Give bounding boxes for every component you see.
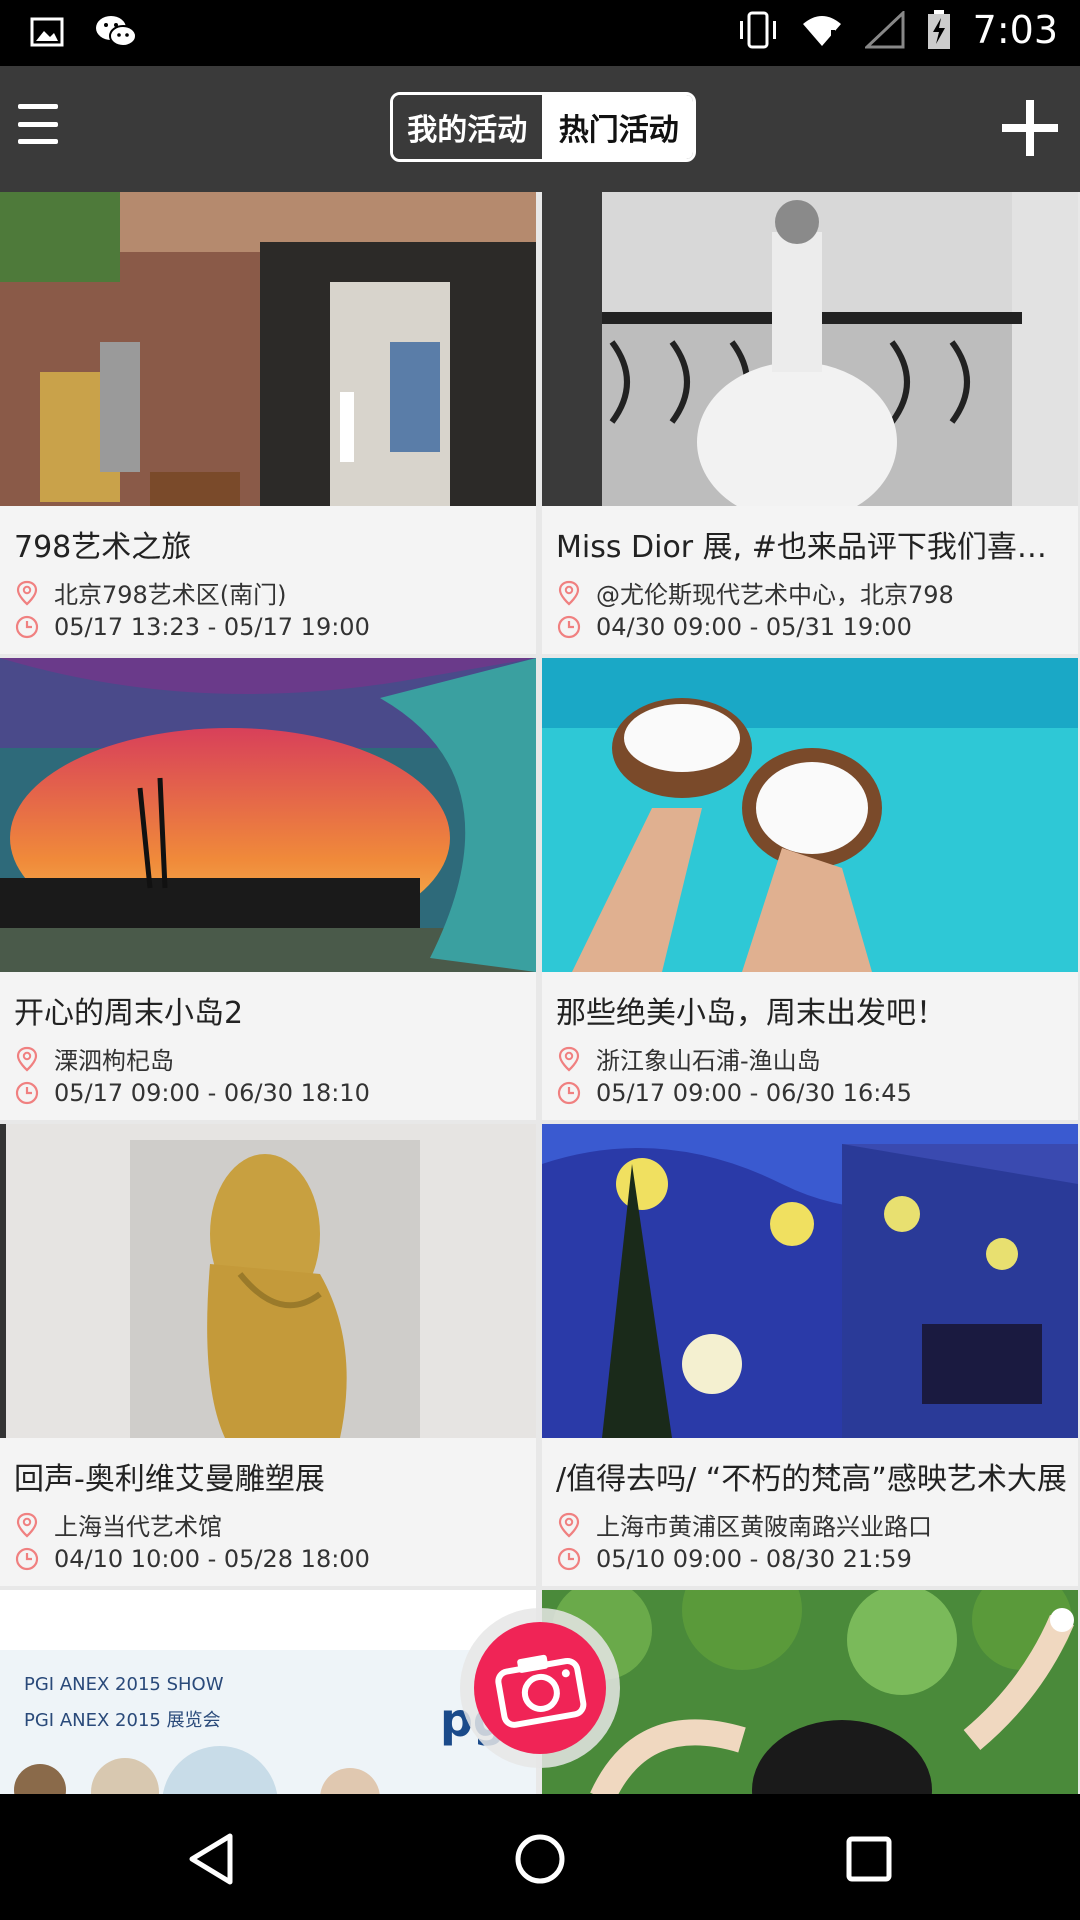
event-location-text: 溧泗枸杞岛 — [54, 1047, 174, 1075]
tab-my-activities[interactable]: 我的活动 — [393, 95, 545, 159]
event-time-text: 04/10 10:00 - 05/28 18:00 — [54, 1545, 370, 1573]
event-title: 那些绝美小岛，周末出发吧！ — [556, 996, 946, 1031]
event-title: Miss Dior 展, #也来品评下我们喜欢的作品吧 — [556, 530, 1068, 565]
camera-button[interactable] — [474, 1622, 606, 1754]
event-title: 回声-奥利维艾曼雕塑展 — [14, 1462, 325, 1497]
signal-icon — [864, 11, 905, 49]
status-bar: 7:03 — [0, 0, 1080, 66]
event-image: PGI ANEX 2015 SHOW PGI ANEX 2015 展览会 pg — [0, 1590, 536, 1794]
clock-icon — [557, 1081, 581, 1105]
navigation-bar — [0, 1794, 1080, 1920]
event-image — [542, 658, 1078, 972]
clock-icon — [557, 615, 581, 639]
clock-icon — [15, 1547, 39, 1571]
event-grid: 798艺术之旅 北京798艺术区(南门) 05/17 13:23 - 05/17… — [0, 192, 1080, 1794]
event-location-text: @尤伦斯现代艺术中心，北京798 — [596, 581, 954, 609]
home-icon[interactable] — [505, 1824, 575, 1894]
event-card[interactable]: /值得去吗/ “不朽的梵高”感映艺术大展 上海市黄浦区黄陂南路兴业路口 05/1… — [542, 1124, 1078, 1586]
event-card[interactable]: 回声-奥利维艾曼雕塑展 上海当代艺术馆 04/10 10:00 - 05/28 … — [0, 1124, 536, 1586]
vibrate-icon — [739, 11, 776, 49]
location-pin-icon — [16, 580, 38, 605]
event-location: 浙江象山石浦-渔山岛 — [556, 1041, 821, 1076]
pgi-show-text: PGI ANEX 2015 SHOW — [24, 1674, 224, 1695]
event-time-text: 05/17 09:00 - 06/30 18:10 — [54, 1079, 370, 1107]
event-card[interactable] — [542, 1590, 1078, 1794]
location-pin-icon — [558, 580, 580, 605]
event-time: 04/30 09:00 - 05/31 19:00 — [556, 613, 912, 641]
event-title: 798艺术之旅 — [14, 530, 192, 565]
tab-hot-activities[interactable]: 热门活动 — [544, 95, 693, 159]
event-title: 开心的周末小岛2 — [14, 996, 244, 1031]
back-icon[interactable] — [176, 1824, 246, 1894]
event-time: 05/17 13:23 - 05/17 19:00 — [14, 613, 370, 641]
event-time-text: 05/10 09:00 - 08/30 21:59 — [596, 1545, 912, 1573]
menu-icon[interactable] — [18, 104, 58, 144]
event-time: 04/10 10:00 - 05/28 18:00 — [14, 1545, 370, 1573]
add-icon[interactable] — [1002, 100, 1058, 156]
event-location-text: 上海当代艺术馆 — [54, 1513, 222, 1541]
wechat-icon — [96, 16, 137, 47]
event-image — [542, 1590, 1078, 1794]
wifi-icon — [802, 16, 841, 46]
event-location: 上海市黄浦区黄陂南路兴业路口 — [556, 1507, 932, 1542]
event-card[interactable]: 那些绝美小岛，周末出发吧！ 浙江象山石浦-渔山岛 05/17 09:00 - 0… — [542, 658, 1078, 1120]
activity-tab-switcher: 我的活动 热门活动 — [390, 92, 696, 162]
event-card[interactable]: 798艺术之旅 北京798艺术区(南门) 05/17 13:23 - 05/17… — [0, 192, 536, 654]
event-time-text: 05/17 09:00 - 06/30 16:45 — [596, 1079, 912, 1107]
event-location: 上海当代艺术馆 — [14, 1507, 222, 1542]
event-card[interactable]: PGI ANEX 2015 SHOW PGI ANEX 2015 展览会 pg — [0, 1590, 536, 1794]
event-time-text: 05/17 13:23 - 05/17 19:00 — [54, 613, 370, 641]
image-icon — [30, 17, 64, 47]
event-location-text: 浙江象山石浦-渔山岛 — [596, 1047, 821, 1075]
event-image — [542, 1124, 1078, 1438]
event-location-text: 上海市黄浦区黄陂南路兴业路口 — [596, 1513, 932, 1541]
event-time: 05/10 09:00 - 08/30 21:59 — [556, 1545, 912, 1573]
location-pin-icon — [558, 1046, 580, 1071]
event-location-text: 北京798艺术区(南门) — [54, 581, 287, 609]
event-location: 溧泗枸杞岛 — [14, 1041, 174, 1076]
event-image — [0, 1124, 536, 1438]
event-image — [0, 658, 536, 972]
clock-icon — [15, 1081, 39, 1105]
location-pin-icon — [558, 1512, 580, 1537]
event-time-text: 04/30 09:00 - 05/31 19:00 — [596, 613, 912, 641]
clock-icon — [15, 615, 39, 639]
event-title: /值得去吗/ “不朽的梵高”感映艺术大展 — [556, 1462, 1067, 1497]
clock-time: 7:03 — [972, 8, 1058, 52]
pgi-exhibition-text: PGI ANEX 2015 展览会 — [24, 1710, 221, 1731]
event-time: 05/17 09:00 - 06/30 18:10 — [14, 1079, 370, 1107]
event-location: 北京798艺术区(南门) — [14, 575, 287, 610]
clock-icon — [557, 1547, 581, 1571]
recents-icon[interactable] — [834, 1824, 904, 1894]
event-card[interactable]: Miss Dior 展, #也来品评下我们喜欢的作品吧 @尤伦斯现代艺术中心，北… — [542, 192, 1078, 654]
camera-icon — [495, 1654, 587, 1728]
location-pin-icon — [16, 1046, 38, 1071]
battery-charging-icon — [927, 10, 950, 49]
event-image — [542, 192, 1078, 506]
app-bar: 我的活动 热门活动 — [0, 66, 1080, 192]
event-time: 05/17 09:00 - 06/30 16:45 — [556, 1079, 912, 1107]
event-card[interactable]: 开心的周末小岛2 溧泗枸杞岛 05/17 09:00 - 06/30 18:10 — [0, 658, 536, 1120]
event-location: @尤伦斯现代艺术中心，北京798 — [556, 575, 954, 610]
location-pin-icon — [16, 1512, 38, 1537]
event-image — [0, 192, 536, 506]
